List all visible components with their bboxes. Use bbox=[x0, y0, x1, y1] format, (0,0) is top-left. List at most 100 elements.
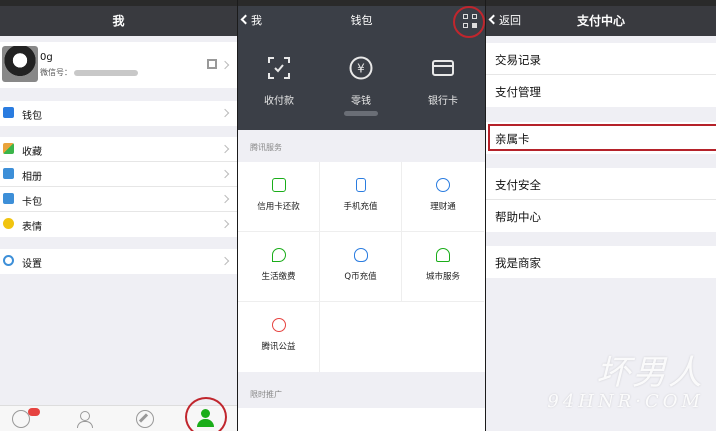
service-qcoin[interactable]: Q币充值 bbox=[320, 232, 402, 302]
menu-item-payment-management[interactable]: 支付管理 bbox=[486, 75, 716, 107]
service-utility[interactable]: 生活缴费 bbox=[238, 232, 320, 302]
service-phone-topup[interactable]: 手机充值 bbox=[320, 162, 402, 232]
promotions-grid bbox=[238, 408, 485, 431]
menu-item-family-card[interactable]: 亲属卡 bbox=[486, 122, 716, 154]
menu-item-stickers[interactable]: 表情 bbox=[0, 212, 237, 237]
me-tab-icon[interactable] bbox=[196, 409, 216, 429]
wechat-id-blurred bbox=[74, 69, 138, 76]
menu-item-label: 表情 bbox=[22, 222, 42, 233]
bank-card-label: 银行卡 bbox=[428, 96, 458, 107]
menu-item-settings[interactable]: 设置 bbox=[0, 249, 237, 274]
page-title: 我 bbox=[112, 14, 125, 28]
svg-text:¥: ¥ bbox=[357, 62, 365, 76]
payment-code-icon[interactable] bbox=[463, 14, 477, 28]
service-licaitong[interactable]: 理财通 bbox=[402, 162, 484, 232]
menu-item-merchant[interactable]: 我是商家 bbox=[486, 246, 716, 278]
service-label: 腾讯公益 bbox=[261, 342, 296, 352]
scan-pay-button[interactable]: 收付款 bbox=[238, 48, 320, 118]
services-grid: 信用卡还款 手机充值 理财通 生活缴费 Q币充值 城市服务 腾讯公益 bbox=[238, 162, 485, 372]
licaitong-icon bbox=[436, 178, 450, 192]
service-label: 理财通 bbox=[430, 202, 456, 212]
chevron-right-icon bbox=[220, 169, 230, 179]
avatar bbox=[2, 46, 38, 82]
service-label: 手机充值 bbox=[343, 202, 378, 212]
wallet-screen: 我 钱包 收付款 ¥ 零钱 银行卡 腾讯服务 信用卡还款 手机充值 理财通 生活… bbox=[238, 0, 485, 431]
nav-bar: 我 bbox=[0, 6, 237, 36]
service-label: 城市服务 bbox=[425, 272, 460, 282]
menu-item-label: 收藏 bbox=[22, 147, 42, 158]
chevron-right-icon bbox=[220, 144, 230, 154]
credit-card-icon bbox=[271, 178, 286, 192]
me-screen: 我 0g 微信号： 钱包 收藏 相册 卡包 表情 设置 bbox=[0, 0, 237, 431]
payment-group-2: 亲属卡 bbox=[486, 122, 716, 154]
change-label: 零钱 bbox=[351, 96, 371, 107]
service-label: 生活缴费 bbox=[261, 272, 296, 282]
chevron-right-icon bbox=[220, 108, 230, 118]
page-title: 钱包 bbox=[350, 14, 373, 27]
menu-item-card-pack[interactable]: 卡包 bbox=[0, 187, 237, 212]
page-title: 支付中心 bbox=[576, 14, 625, 28]
menu-item-label: 相册 bbox=[22, 172, 42, 183]
menu-item-help-center[interactable]: 帮助中心 bbox=[486, 200, 716, 232]
favorites-icon bbox=[3, 143, 14, 154]
menu-group-media: 收藏 相册 卡包 表情 bbox=[0, 137, 237, 237]
service-credit-card[interactable]: 信用卡还款 bbox=[238, 162, 320, 232]
payment-group-1: 交易记录 支付管理 bbox=[486, 43, 716, 107]
sticker-icon bbox=[3, 218, 14, 229]
menu-item-label: 卡包 bbox=[22, 197, 42, 208]
menu-item-label: 交易记录 bbox=[495, 53, 541, 67]
menu-item-label: 帮助中心 bbox=[495, 210, 541, 224]
menu-item-transactions[interactable]: 交易记录 bbox=[486, 43, 716, 75]
phone-topup-icon bbox=[355, 178, 366, 192]
payment-center-screen: 返回 支付中心 交易记录 支付管理 亲属卡 支付安全 帮助中心 我是商家 bbox=[486, 0, 716, 431]
menu-item-label: 亲属卡 bbox=[495, 132, 530, 146]
payment-group-4: 我是商家 bbox=[486, 246, 716, 278]
service-label: Q币充值 bbox=[344, 272, 377, 282]
contacts-tab-icon[interactable] bbox=[76, 410, 94, 428]
profile-name: 0g bbox=[40, 52, 53, 63]
menu-item-label: 钱包 bbox=[22, 111, 42, 122]
tab-bar bbox=[0, 405, 237, 431]
yen-icon: ¥ bbox=[349, 56, 373, 80]
bank-card-button[interactable]: 银行卡 bbox=[402, 48, 484, 118]
menu-item-wallet[interactable]: 钱包 bbox=[0, 101, 237, 126]
service-city[interactable]: 城市服务 bbox=[402, 232, 484, 302]
chevron-right-icon bbox=[220, 194, 230, 204]
section-title-promotions: 限时推广 bbox=[250, 390, 282, 399]
wechat-id: 微信号： bbox=[40, 67, 138, 78]
scan-pay-label: 收付款 bbox=[264, 96, 294, 107]
chevron-right-icon bbox=[220, 256, 230, 266]
menu-group-wallet: 钱包 bbox=[0, 101, 237, 126]
balance-blurred bbox=[344, 111, 378, 116]
unread-badge bbox=[28, 408, 40, 416]
menu-item-favorites[interactable]: 收藏 bbox=[0, 137, 237, 162]
chevron-right-icon bbox=[220, 60, 230, 70]
utility-icon bbox=[271, 248, 286, 262]
card-pack-icon bbox=[3, 193, 14, 204]
menu-item-label: 支付安全 bbox=[495, 178, 541, 192]
qcoin-icon bbox=[353, 248, 368, 262]
menu-item-payment-security[interactable]: 支付安全 bbox=[486, 168, 716, 200]
album-icon bbox=[3, 168, 14, 179]
qr-code-icon bbox=[207, 59, 217, 69]
discover-tab-icon[interactable] bbox=[136, 410, 154, 428]
charity-icon bbox=[271, 318, 286, 332]
settings-icon bbox=[3, 255, 14, 266]
profile-card[interactable]: 0g 微信号： bbox=[0, 42, 237, 88]
menu-item-label: 支付管理 bbox=[495, 85, 541, 99]
wallet-header: 我 钱包 收付款 ¥ 零钱 银行卡 bbox=[238, 6, 485, 130]
wechat-id-label: 微信号： bbox=[40, 68, 72, 77]
menu-item-label: 我是商家 bbox=[495, 256, 541, 270]
city-service-icon bbox=[436, 248, 450, 262]
menu-item-album[interactable]: 相册 bbox=[0, 162, 237, 187]
payment-group-3: 支付安全 帮助中心 bbox=[486, 168, 716, 232]
change-button[interactable]: ¥ 零钱 bbox=[320, 48, 402, 118]
service-label: 信用卡还款 bbox=[257, 202, 300, 212]
service-charity[interactable]: 腾讯公益 bbox=[238, 302, 320, 372]
wallet-icon bbox=[3, 107, 14, 118]
section-title-tencent-services: 腾讯服务 bbox=[250, 143, 282, 152]
scan-pay-icon bbox=[268, 57, 290, 79]
menu-group-settings: 设置 bbox=[0, 249, 237, 274]
menu-item-label: 设置 bbox=[22, 259, 42, 270]
chevron-right-icon bbox=[220, 219, 230, 229]
